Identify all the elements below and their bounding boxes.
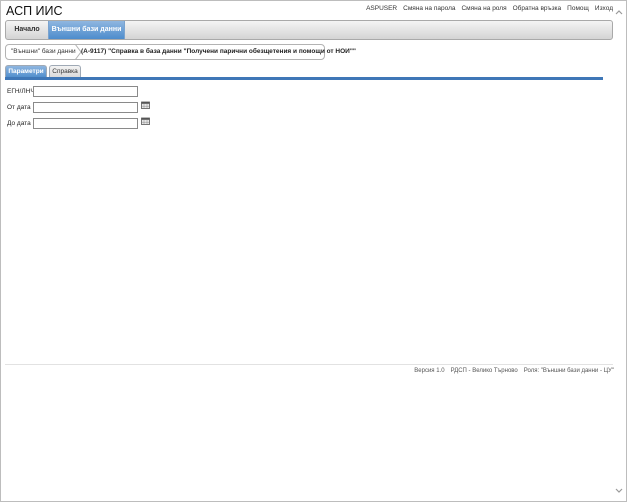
change-role-link[interactable]: Смяна на роля bbox=[461, 5, 506, 12]
footer-divider bbox=[5, 364, 613, 365]
nav-home[interactable]: Начало bbox=[6, 21, 48, 39]
breadcrumb-item-external-databases[interactable]: "Външни" бази данни bbox=[11, 45, 76, 59]
footer-version: Версия 1.0 bbox=[414, 368, 445, 374]
egn-label: ЕГН/ЛНЧ bbox=[7, 88, 35, 95]
app-title: АСП ИИС bbox=[6, 4, 63, 18]
from-date-label: От дата bbox=[7, 104, 31, 111]
to-date-input[interactable] bbox=[33, 118, 138, 129]
from-date-calendar-icon[interactable] bbox=[141, 101, 150, 109]
footer-office: РДСП - Велико Търново bbox=[450, 368, 518, 374]
change-password-link[interactable]: Смяна на парола bbox=[403, 5, 455, 12]
vertical-scrollbar[interactable] bbox=[612, 1, 626, 500]
egn-input[interactable] bbox=[33, 86, 138, 97]
main-navbar: Начало Външни бази данни bbox=[5, 20, 613, 40]
footer-role: Роля: "Външни бази данни - ЦУ" bbox=[523, 368, 614, 374]
logout-link[interactable]: Изход bbox=[595, 5, 613, 12]
nav-external-databases[interactable]: Външни бази данни bbox=[48, 21, 125, 39]
footer: Версия 1.0 РДСП - Велико Търново Роля: "… bbox=[414, 368, 614, 374]
to-date-calendar-icon[interactable] bbox=[141, 117, 150, 125]
browser-frame bbox=[0, 0, 627, 502]
top-links: ASPUSER Смяна на парола Смяна на роля Об… bbox=[366, 5, 613, 12]
from-date-input[interactable] bbox=[33, 102, 138, 113]
to-date-label: До дата bbox=[7, 120, 31, 127]
user-link[interactable]: ASPUSER bbox=[366, 5, 397, 12]
help-link[interactable]: Помощ bbox=[567, 5, 589, 12]
scroll-up-icon[interactable] bbox=[614, 7, 624, 17]
scroll-down-icon[interactable] bbox=[614, 486, 624, 496]
breadcrumb: "Външни" бази данни (А-9117) "Справка в … bbox=[5, 44, 356, 60]
breadcrumb-current: (А-9117) "Справка в база данни "Получени… bbox=[81, 48, 357, 55]
tab-underline bbox=[5, 77, 603, 80]
feedback-link[interactable]: Обратна връзка bbox=[513, 5, 562, 12]
